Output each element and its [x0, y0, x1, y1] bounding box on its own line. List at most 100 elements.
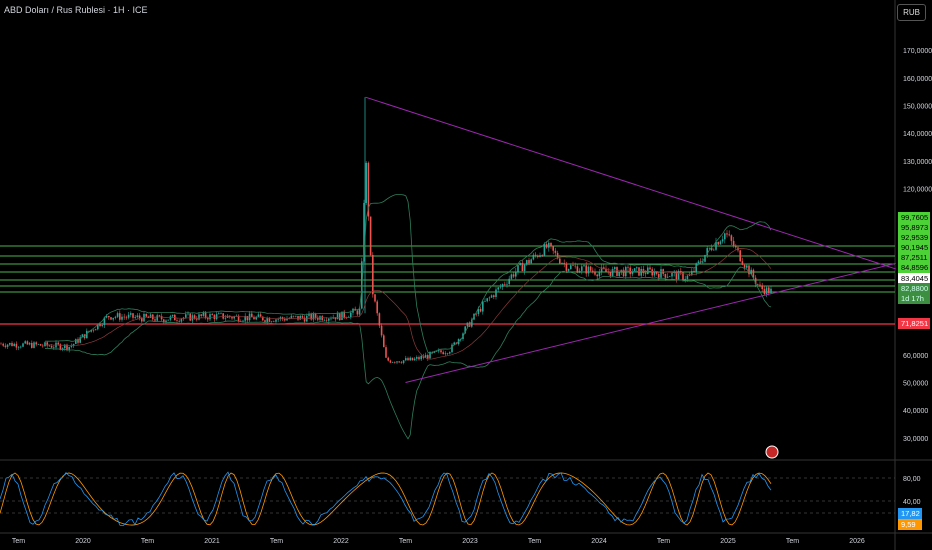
candle-body: [735, 246, 737, 248]
candle-body: [297, 315, 299, 320]
candle-body: [35, 342, 37, 345]
candle-body: [33, 342, 35, 348]
candle-body: [242, 320, 244, 322]
candle-body: [15, 343, 18, 348]
candle-body: [728, 234, 730, 236]
candle-body: [768, 287, 770, 294]
candle-body: [17, 347, 20, 348]
candle-body: [449, 352, 451, 354]
candle-body: [702, 261, 704, 263]
candle-body: [655, 271, 658, 274]
candle-body: [413, 358, 416, 361]
candle-body: [589, 266, 592, 271]
candle-body: [231, 317, 233, 319]
candle-body: [479, 308, 482, 312]
candle-body: [110, 317, 112, 320]
candle-body: [358, 308, 361, 315]
candle-body: [539, 255, 541, 258]
candle-body: [270, 321, 273, 323]
candle-body: [640, 269, 642, 276]
candle-body: [519, 262, 521, 266]
candle-body: [44, 342, 46, 347]
candle-body: [438, 350, 440, 352]
candle-body: [301, 315, 304, 318]
candle-body: [541, 255, 543, 256]
x-tick-label: Tem: [786, 538, 799, 545]
candle-body: [732, 240, 735, 247]
candle-body: [158, 315, 161, 317]
candle-body: [253, 317, 255, 320]
candle-body: [198, 314, 200, 320]
candle-body: [420, 356, 422, 360]
candle-body: [572, 265, 574, 266]
x-tick-label: Tem: [270, 538, 283, 545]
candle-body: [209, 314, 211, 320]
y-tick-label: 40,0000: [903, 408, 928, 415]
candle-body: [587, 266, 590, 274]
candle-body: [396, 361, 398, 363]
candle-body: [389, 360, 392, 363]
candle-body: [380, 325, 383, 336]
candle-body: [218, 313, 220, 315]
x-tick-label: Tem: [141, 538, 154, 545]
candle-body: [37, 344, 40, 345]
candle-body: [609, 272, 612, 276]
y-tick-label: 30,0000: [903, 436, 928, 443]
price-level-label: 1d 17h: [898, 293, 930, 304]
y-tick-label: 140,0000: [903, 131, 932, 138]
candle-body: [92, 329, 95, 331]
candle-body: [13, 343, 15, 347]
candle-body: [512, 274, 515, 277]
candle-body: [688, 275, 691, 276]
candle-body: [730, 235, 733, 241]
candle-body: [649, 267, 651, 270]
candle-body: [169, 316, 172, 320]
candle-body: [321, 316, 323, 321]
candle-body: [204, 312, 207, 318]
candle-body: [2, 343, 4, 346]
candle-body: [616, 267, 618, 276]
candle-body: [598, 271, 601, 277]
candle-body: [440, 350, 442, 353]
candle-body: [116, 313, 119, 317]
candle-body: [515, 271, 517, 277]
candle-body: [156, 315, 158, 321]
candle-body: [490, 295, 493, 298]
candle-body: [532, 254, 535, 260]
candle-body: [356, 310, 359, 315]
candle-body: [497, 287, 499, 290]
candle-body: [693, 270, 695, 272]
candle-body: [677, 270, 680, 280]
candle-body: [189, 313, 191, 321]
candle-body: [686, 275, 689, 279]
candle-body: [28, 342, 31, 345]
candle-body: [202, 312, 205, 316]
bollinger-lower: [44, 266, 772, 440]
candle-body: [68, 346, 70, 350]
candle-body: [629, 267, 631, 275]
candle-body: [119, 313, 121, 320]
candle-body: [442, 352, 444, 355]
candle-body: [323, 320, 326, 321]
candle-body: [31, 342, 33, 348]
candle-body: [372, 254, 374, 295]
candle-body: [444, 353, 447, 355]
candle-body: [160, 316, 163, 320]
candle-body: [680, 270, 682, 273]
candle-body: [24, 341, 26, 344]
candle-body: [671, 273, 673, 277]
candle-body: [211, 314, 213, 316]
candle-body: [11, 342, 13, 347]
x-tick-label: 2022: [333, 538, 349, 545]
candle-body: [559, 258, 561, 264]
price-chart[interactable]: 170,0000 160,0000 150,0000 140,0000 130,0000…: [0, 0, 932, 550]
candle-body: [717, 241, 719, 245]
candle-body: [664, 273, 667, 278]
candle-body: [251, 313, 253, 318]
candle-body: [510, 274, 513, 279]
candle-body: [407, 358, 409, 361]
candle-body: [385, 347, 387, 358]
candle-body: [180, 318, 183, 322]
candle-body: [176, 320, 178, 321]
candle-body: [277, 319, 279, 320]
